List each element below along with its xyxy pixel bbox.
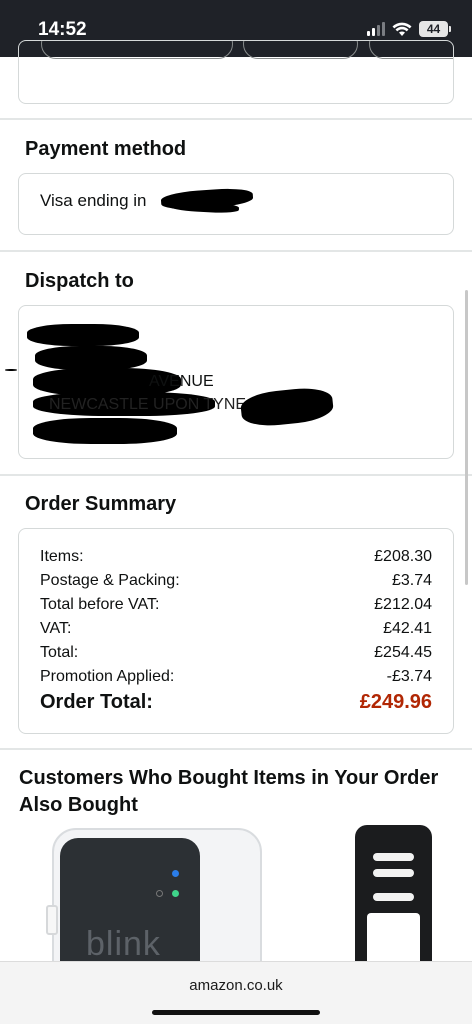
option-pill[interactable] (243, 41, 358, 59)
option-pill[interactable] (369, 41, 453, 59)
summary-value: -£3.74 (386, 668, 432, 685)
redaction-mark (27, 324, 139, 346)
summary-label: Total before VAT: (40, 596, 160, 613)
holder-slot (373, 869, 414, 877)
order-summary-card: Items: £208.30 Postage & Packing: £3.74 … (18, 528, 454, 734)
payment-method-card[interactable]: Visa ending in (18, 173, 454, 235)
doorbell-holder-product-icon[interactable] (355, 825, 432, 968)
camera-led-blue (172, 870, 179, 877)
dispatch-address-card[interactable]: AVENUE NEWCASTLE UPON TYNE (5, 305, 454, 459)
section-divider (0, 474, 472, 476)
delivery-options-card (18, 40, 454, 104)
url-text[interactable]: amazon.co.uk (0, 977, 472, 994)
camera-logo: blink (86, 925, 161, 963)
holder-slot (373, 893, 414, 901)
recommendations-title: Customers Who Bought Items in Your Order… (19, 767, 439, 816)
section-divider (0, 250, 472, 252)
summary-row-total: Total: £254.45 (40, 644, 432, 662)
redaction-mark (239, 385, 335, 429)
scrollbar-thumb[interactable] (465, 290, 468, 585)
option-pill[interactable] (41, 41, 233, 59)
summary-label: Total: (40, 644, 79, 661)
summary-label: Promotion Applied: (40, 668, 175, 685)
camera-led-ring (156, 890, 163, 897)
order-total-row: Order Total: £249.96 (40, 691, 432, 714)
status-time: 14:52 (38, 19, 87, 40)
home-indicator[interactable] (152, 1010, 320, 1015)
summary-value: £254.45 (374, 644, 432, 661)
dispatch-to-title: Dispatch to (25, 270, 134, 292)
order-total-label: Order Total: (40, 691, 153, 713)
summary-value: £212.04 (374, 596, 432, 613)
summary-row-postage: Postage & Packing: £3.74 (40, 572, 432, 590)
summary-row-items: Items: £208.30 (40, 548, 432, 566)
battery-icon: 44 (419, 21, 451, 37)
redaction-mark (33, 418, 177, 444)
holder-slot (373, 853, 414, 861)
payment-method-title: Payment method (25, 138, 187, 160)
wifi-icon (392, 22, 412, 36)
camera-led-green (172, 890, 179, 897)
summary-value: £208.30 (374, 548, 432, 565)
summary-value: £3.74 (391, 572, 432, 589)
redaction-mark (35, 346, 147, 370)
redaction-mark (5, 369, 17, 371)
summary-row-before-vat: Total before VAT: £212.04 (40, 596, 432, 614)
camera-clip (46, 905, 58, 935)
order-summary-title: Order Summary (25, 493, 177, 515)
section-divider (0, 748, 472, 750)
holder-window (367, 913, 420, 968)
summary-label: Postage & Packing: (40, 572, 180, 589)
address-street-line: AVENUE (149, 373, 214, 390)
signal-icon (367, 22, 385, 36)
summary-value: £42.41 (383, 620, 432, 637)
status-icons: 44 (367, 21, 451, 37)
address-city-line: NEWCASTLE UPON TYNE (49, 396, 247, 413)
summary-label: VAT: (40, 620, 72, 637)
summary-label: Items: (40, 548, 84, 565)
order-total-amount: £249.96 (359, 691, 432, 713)
section-divider (0, 118, 472, 120)
summary-row-vat: VAT: £42.41 (40, 620, 432, 638)
summary-row-promotion: Promotion Applied: -£3.74 (40, 668, 432, 686)
payment-card-text: Visa ending in (40, 191, 147, 210)
